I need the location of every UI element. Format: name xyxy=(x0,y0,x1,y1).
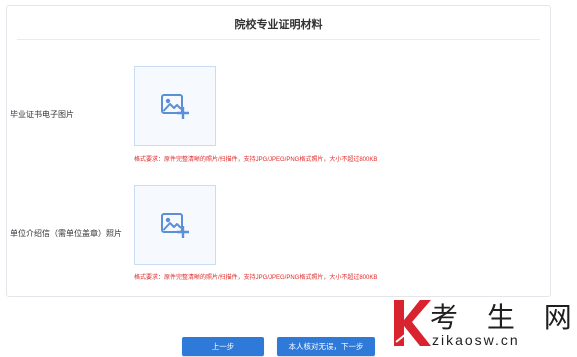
prev-step-button[interactable]: 上一步 xyxy=(182,337,264,356)
unit-letter-label: 单位介绍信（需单位盖章）照片 xyxy=(10,229,122,238)
unit-letter-upload[interactable] xyxy=(134,185,216,265)
diploma-photo-label: 毕业证书电子图片 xyxy=(10,110,74,119)
image-add-icon xyxy=(160,92,190,120)
watermark-text: 考 生 网 xyxy=(430,301,577,334)
card-title: 院校专业证明材料 xyxy=(234,19,323,31)
next-step-button[interactable]: 本人核对无误，下一步 xyxy=(277,337,375,356)
diploma-format-hint: 格式要求：原件完整清晰的照片/扫描件，支持JPG/JPEG/PNG格式照片，大小… xyxy=(134,157,378,163)
unit-letter-format-hint: 格式要求：原件完整清晰的照片/扫描件，支持JPG/JPEG/PNG格式照片，大小… xyxy=(134,275,378,281)
watermark-url: zikaosw.cn xyxy=(432,332,520,348)
divider xyxy=(17,39,540,40)
diploma-photo-upload[interactable] xyxy=(134,66,216,146)
materials-card: 院校专业证明材料 xyxy=(6,5,551,297)
image-add-icon xyxy=(160,211,190,239)
k-logo-icon xyxy=(392,298,432,353)
watermark-logo: 考 生 网 zikaosw.cn xyxy=(392,296,577,357)
